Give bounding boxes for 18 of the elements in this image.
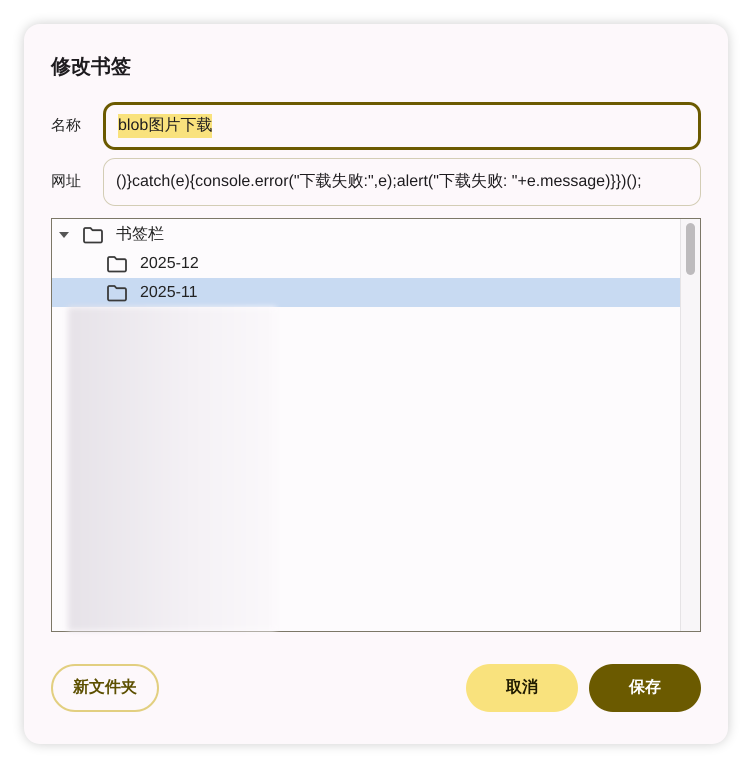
field-label: 名称 (51, 116, 82, 136)
folder-label: 2025-11 (140, 282, 198, 302)
text-field[interactable]: ()}catch(e){console.error("下载失败:",e);alert("下载失败: "+e.message)}})(); (103, 158, 701, 206)
folder-label: 书签栏 (116, 224, 164, 244)
save-button[interactable]: 保存 (589, 664, 701, 712)
folder-row[interactable]: 书签栏 (52, 220, 680, 249)
new-folder-button[interactable]: 新文件夹 (51, 664, 159, 712)
folder-icon (106, 284, 128, 302)
folder-row[interactable]: 2025-11 (52, 278, 680, 307)
field-label: 网址 (51, 172, 82, 192)
folder-icon (106, 254, 128, 272)
folder-row[interactable]: 2025-12 (52, 249, 680, 278)
folder-icon (82, 226, 104, 244)
scrollbar[interactable] (680, 219, 700, 631)
dialog-title: 修改书签 (51, 55, 132, 80)
cancel-button[interactable]: 取消 (466, 664, 578, 712)
folder-label: 2025-12 (140, 254, 199, 274)
text-field[interactable]: blob图片下载 (103, 102, 701, 150)
